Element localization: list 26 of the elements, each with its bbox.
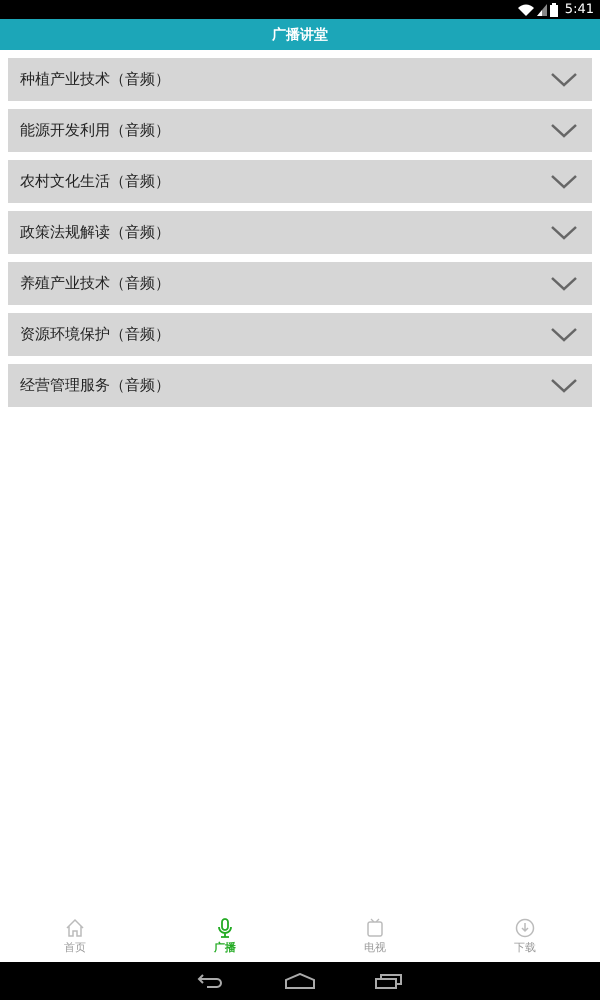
battery-icon [550, 2, 558, 16]
chevron-icon [550, 378, 578, 394]
category-item[interactable]: 政策法规解读（音频） [8, 211, 592, 254]
chevron-icon [550, 224, 578, 240]
chevron-icon [550, 326, 578, 342]
back-icon[interactable] [197, 973, 225, 989]
category-item[interactable]: 资源环境保护（音频） [8, 313, 592, 356]
home-icon[interactable] [285, 973, 315, 989]
signal-icon [536, 4, 547, 16]
chevron-icon [550, 122, 578, 138]
wifi-icon [518, 4, 534, 16]
chevron-icon [550, 276, 578, 292]
microphone-icon [215, 918, 235, 938]
page-title: 广播讲堂 [272, 26, 328, 44]
category-item[interactable]: 经营管理服务（音频） [8, 364, 592, 407]
category-item[interactable]: 能源开发利用（音频） [8, 109, 592, 152]
download-icon [515, 918, 535, 938]
category-item[interactable]: 种植产业技术（音频） [8, 58, 592, 101]
home-icon [65, 918, 85, 938]
chevron-icon [550, 174, 578, 190]
tv-icon [365, 918, 385, 938]
clock-time: 5:41 [564, 2, 594, 17]
chevron-icon [550, 72, 578, 88]
category-item[interactable]: 养殖产业技术（音频） [8, 262, 592, 305]
category-item[interactable]: 农村文化生活（音频） [8, 160, 592, 203]
recent-apps-icon[interactable] [375, 973, 403, 989]
